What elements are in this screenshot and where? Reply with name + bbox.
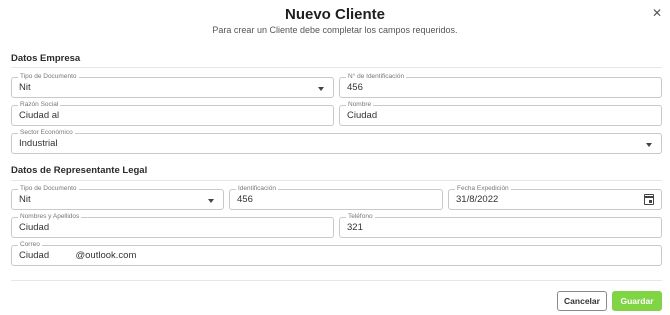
field-label: Tipo de Documento [18, 73, 79, 81]
calendar-icon[interactable] [644, 194, 654, 205]
save-button[interactable]: Guardar [612, 291, 662, 311]
field-value: Nit [19, 82, 31, 93]
empresa-nombre-input[interactable]: Nombre Ciudad [339, 101, 662, 126]
cancel-button[interactable]: Cancelar [557, 291, 607, 311]
representante-identificacion-input[interactable]: Identificación 456 [229, 185, 443, 210]
representante-telefono-input[interactable]: Teléfono 321 [339, 213, 662, 238]
section-divider [11, 67, 662, 68]
section-title-empresa: Datos Empresa [11, 53, 81, 64]
field-label: Nombres y Apellidos [18, 213, 82, 221]
field-value: 456 [237, 194, 253, 205]
modal-subtitle: Para crear un Cliente debe completar los… [212, 25, 458, 35]
empresa-identificacion-input[interactable]: N° de Identificación 456 [339, 73, 662, 98]
field-label: Identificación [236, 185, 278, 193]
section-divider [11, 180, 662, 181]
close-icon[interactable]: ✕ [650, 6, 664, 20]
modal-title: Nuevo Cliente [284, 6, 386, 23]
representante-correo-input[interactable]: Correo Ciudad @outlook.com [11, 241, 662, 266]
field-label: Correo [18, 241, 42, 249]
chevron-down-icon [318, 87, 324, 91]
representante-fecha-expedicion-input[interactable]: Fecha Expedición 31/8/2022 [448, 185, 662, 210]
field-label: N° de Identificación [346, 73, 407, 81]
chevron-down-icon [646, 143, 652, 147]
chevron-down-icon [208, 199, 214, 203]
representante-tipo-documento-select[interactable]: Tipo de Documento Nit [11, 185, 224, 210]
field-label: Teléfono [346, 213, 375, 221]
field-value: Ciudad [19, 222, 50, 233]
field-value: Ciudad [347, 110, 378, 121]
new-client-modal: Nuevo Cliente Para crear un Cliente debe… [0, 0, 670, 315]
empresa-tipo-documento-select[interactable]: Tipo de Documento Nit [11, 73, 334, 98]
representante-nombres-input[interactable]: Nombres y Apellidos Ciudad [11, 213, 334, 238]
footer-divider [11, 280, 662, 281]
field-label: Nombre [346, 101, 374, 109]
field-label: Fecha Expedición [455, 185, 511, 193]
field-value: Nit [19, 194, 31, 205]
field-value: Ciudad @outlook.com [19, 250, 137, 261]
field-label: Tipo de Documento [18, 185, 79, 193]
field-value: 456 [347, 82, 363, 93]
field-value: 31/8/2022 [456, 194, 499, 205]
field-value: 321 [347, 222, 363, 233]
field-label: Razón Social [18, 101, 61, 109]
section-title-representante: Datos de Representante Legal [11, 165, 148, 176]
empresa-razon-social-input[interactable]: Razón Social Ciudad al [11, 101, 334, 126]
field-label: Sector Económico [18, 129, 75, 137]
empresa-sector-select[interactable]: Sector Económico Industrial [11, 129, 662, 154]
field-value: Ciudad al [19, 110, 60, 121]
field-value: Industrial [19, 138, 58, 149]
